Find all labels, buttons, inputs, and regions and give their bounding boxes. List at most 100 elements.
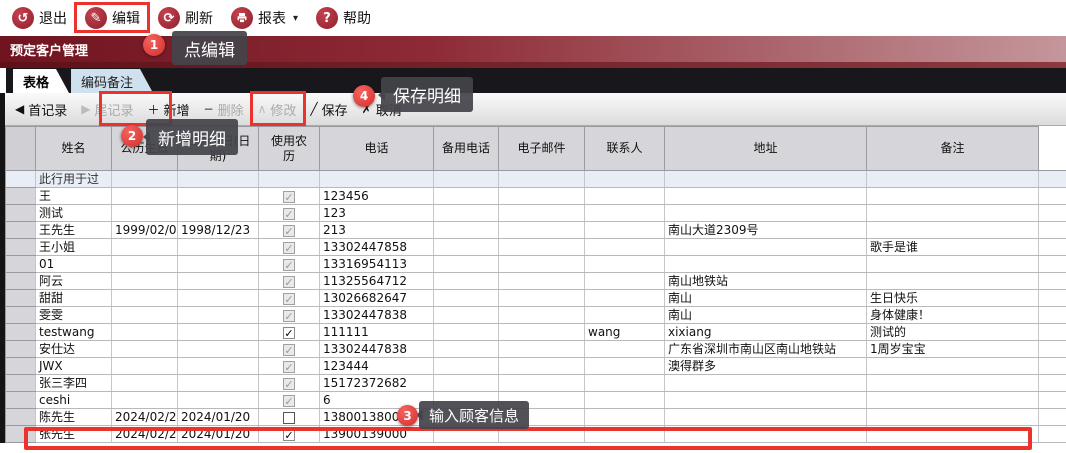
cell-address[interactable]: [664, 238, 867, 256]
use-lunar-checkbox[interactable]: ✓: [283, 224, 295, 237]
cell-email[interactable]: [498, 187, 585, 205]
cell-email[interactable]: [498, 238, 585, 256]
header-use-lunar[interactable]: 使用农历: [258, 126, 320, 171]
cell-name[interactable]: 张三李四: [35, 374, 112, 392]
cell-email[interactable]: [498, 357, 585, 375]
cell-email[interactable]: [498, 255, 585, 273]
cell-use-lunar[interactable]: [258, 170, 320, 188]
header-address[interactable]: 地址: [664, 126, 867, 171]
cell-note[interactable]: [866, 221, 1039, 239]
cell-name[interactable]: 阿云: [35, 272, 112, 290]
cell-solar-birthday[interactable]: 2024/02/29: [111, 425, 178, 443]
cell-name[interactable]: 张先生: [35, 425, 112, 443]
header-name[interactable]: 姓名: [35, 126, 112, 171]
cell-solar-birthday[interactable]: [111, 187, 178, 205]
cell-solar-birthday[interactable]: 2024/02/29: [111, 408, 178, 426]
use-lunar-checkbox[interactable]: [283, 411, 295, 424]
cell-note[interactable]: [866, 170, 1039, 188]
cell-solar-birthday[interactable]: [111, 340, 178, 358]
cell-use-lunar[interactable]: [258, 408, 320, 426]
use-lunar-checkbox[interactable]: ✓: [283, 241, 295, 254]
cell-name[interactable]: 甜甜: [35, 289, 112, 307]
cell-solar-birthday[interactable]: [111, 272, 178, 290]
cell-lunar-birthday[interactable]: [177, 170, 259, 188]
cell-phone[interactable]: 123444: [319, 357, 434, 375]
row-selector[interactable]: [5, 221, 36, 239]
cell-solar-birthday[interactable]: 1999/02/08: [111, 221, 178, 239]
cell-lunar-birthday[interactable]: [177, 357, 259, 375]
cell-solar-birthday[interactable]: [111, 238, 178, 256]
cell-email[interactable]: [498, 374, 585, 392]
cell-name[interactable]: 01: [35, 255, 112, 273]
cell-contact[interactable]: [584, 255, 665, 273]
cell-solar-birthday[interactable]: [111, 255, 178, 273]
row-selector[interactable]: [5, 425, 36, 443]
cell-use-lunar[interactable]: ✓: [258, 272, 320, 290]
cell-contact[interactable]: [584, 272, 665, 290]
cell-contact[interactable]: [584, 289, 665, 307]
cell-address[interactable]: 南山: [664, 306, 867, 324]
header-contact[interactable]: 联系人: [584, 126, 665, 171]
cell-address[interactable]: 广东省深圳市南山区南山地铁站: [664, 340, 867, 358]
cell-lunar-birthday[interactable]: 2024/01/20: [177, 425, 259, 443]
row-selector[interactable]: [5, 374, 36, 392]
cell-use-lunar[interactable]: ✓: [258, 204, 320, 222]
cell-name[interactable]: 陈先生: [35, 408, 112, 426]
report-button[interactable]: 报表 ▾: [227, 3, 306, 33]
row-selector[interactable]: [5, 306, 36, 324]
cell-note[interactable]: [866, 425, 1039, 443]
cell-contact[interactable]: [584, 170, 665, 188]
cell-name[interactable]: 安仕达: [35, 340, 112, 358]
cell-lunar-birthday[interactable]: [177, 272, 259, 290]
cell-lunar-birthday[interactable]: [177, 289, 259, 307]
cell-address[interactable]: [664, 255, 867, 273]
cell-use-lunar[interactable]: ✓: [258, 357, 320, 375]
cell-phone[interactable]: 13302447838: [319, 340, 434, 358]
cell-alt-phone[interactable]: [433, 170, 499, 188]
cell-solar-birthday[interactable]: [111, 306, 178, 324]
use-lunar-checkbox[interactable]: ✓: [283, 394, 295, 407]
cell-note[interactable]: 1周岁宝宝: [866, 340, 1039, 358]
report-dropdown-icon[interactable]: ▾: [293, 13, 298, 24]
cell-lunar-birthday[interactable]: [177, 306, 259, 324]
cell-alt-phone[interactable]: [433, 187, 499, 205]
cell-note[interactable]: [866, 374, 1039, 392]
cell-note[interactable]: [866, 204, 1039, 222]
cell-lunar-birthday[interactable]: [177, 323, 259, 341]
cell-name[interactable]: 王先生: [35, 221, 112, 239]
cell-use-lunar[interactable]: ✓: [258, 255, 320, 273]
cell-email[interactable]: [498, 221, 585, 239]
row-selector[interactable]: [5, 408, 36, 426]
cell-note[interactable]: 测试的: [866, 323, 1039, 341]
header-alt-phone[interactable]: 备用电话: [433, 126, 499, 171]
cell-use-lunar[interactable]: ✓: [258, 187, 320, 205]
cell-name[interactable]: 此行用于过: [35, 170, 112, 188]
cell-name[interactable]: ceshi: [35, 391, 112, 409]
row-selector[interactable]: [5, 187, 36, 205]
row-selector[interactable]: [5, 238, 36, 256]
refresh-button[interactable]: ⟳ 刷新: [154, 3, 221, 33]
cell-use-lunar[interactable]: ✓: [258, 289, 320, 307]
cell-phone[interactable]: 13302447858: [319, 238, 434, 256]
use-lunar-checkbox[interactable]: ✓: [283, 207, 295, 220]
cell-name[interactable]: 测试: [35, 204, 112, 222]
cell-contact[interactable]: [584, 340, 665, 358]
cell-phone[interactable]: 13302447838: [319, 306, 434, 324]
cell-note[interactable]: 歌手是谁: [866, 238, 1039, 256]
cell-contact[interactable]: [584, 238, 665, 256]
cell-address[interactable]: [664, 425, 867, 443]
row-selector[interactable]: [5, 340, 36, 358]
use-lunar-checkbox[interactable]: ✓: [283, 377, 295, 390]
cell-contact[interactable]: [584, 391, 665, 409]
cell-lunar-birthday[interactable]: [177, 204, 259, 222]
cell-solar-birthday[interactable]: [111, 170, 178, 188]
cell-use-lunar[interactable]: ✓: [258, 425, 320, 443]
add-button[interactable]: ＋ 新增: [142, 97, 196, 122]
cell-lunar-birthday[interactable]: [177, 374, 259, 392]
cell-use-lunar[interactable]: ✓: [258, 340, 320, 358]
cell-address[interactable]: xixiang: [664, 323, 867, 341]
use-lunar-checkbox[interactable]: ✓: [283, 258, 295, 271]
cell-name[interactable]: JWX: [35, 357, 112, 375]
cell-address[interactable]: [664, 374, 867, 392]
cell-use-lunar[interactable]: ✓: [258, 391, 320, 409]
